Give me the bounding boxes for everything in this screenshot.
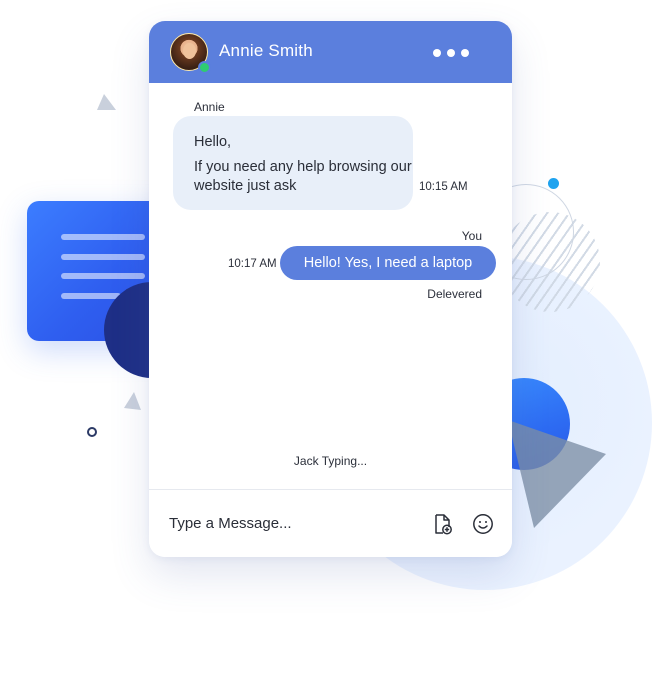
more-dot xyxy=(433,49,441,57)
chat-window: Annie Smith Annie Hello, If you need any… xyxy=(149,21,512,557)
more-options-icon[interactable] xyxy=(433,43,469,63)
decorative-large-triangle xyxy=(508,420,606,528)
outgoing-message-bubble: Hello! Yes, I need a laptop xyxy=(280,246,496,280)
attach-file-icon[interactable] xyxy=(433,513,453,535)
message-input[interactable] xyxy=(169,510,399,536)
message-timestamp: 10:17 AM xyxy=(228,258,277,270)
decorative-triangle xyxy=(124,392,141,410)
chat-widget-illustration: Annie Smith Annie Hello, If you need any… xyxy=(0,0,652,688)
decorative-triangle xyxy=(97,94,116,110)
message-text: Hello, xyxy=(194,134,232,150)
typing-indicator: Jack Typing... xyxy=(293,454,368,468)
emoji-icon[interactable] xyxy=(472,513,494,535)
message-sender-label: You xyxy=(461,229,482,243)
incoming-message-bubble: Hello, If you need any help browsing our… xyxy=(173,116,413,210)
avatar-face xyxy=(183,43,196,59)
message-sender-label: Annie xyxy=(194,100,225,114)
message-timestamp: 10:15 AM xyxy=(419,181,468,193)
more-dot xyxy=(461,49,469,57)
message-text: If you need any help browsing our websit… xyxy=(194,159,412,194)
chat-header: Annie Smith xyxy=(149,21,512,83)
contact-name: Annie Smith xyxy=(219,41,313,60)
delivery-status: Delevered xyxy=(427,287,482,301)
more-dot xyxy=(447,49,455,57)
online-status-indicator xyxy=(198,61,211,74)
message-composer xyxy=(149,489,512,557)
